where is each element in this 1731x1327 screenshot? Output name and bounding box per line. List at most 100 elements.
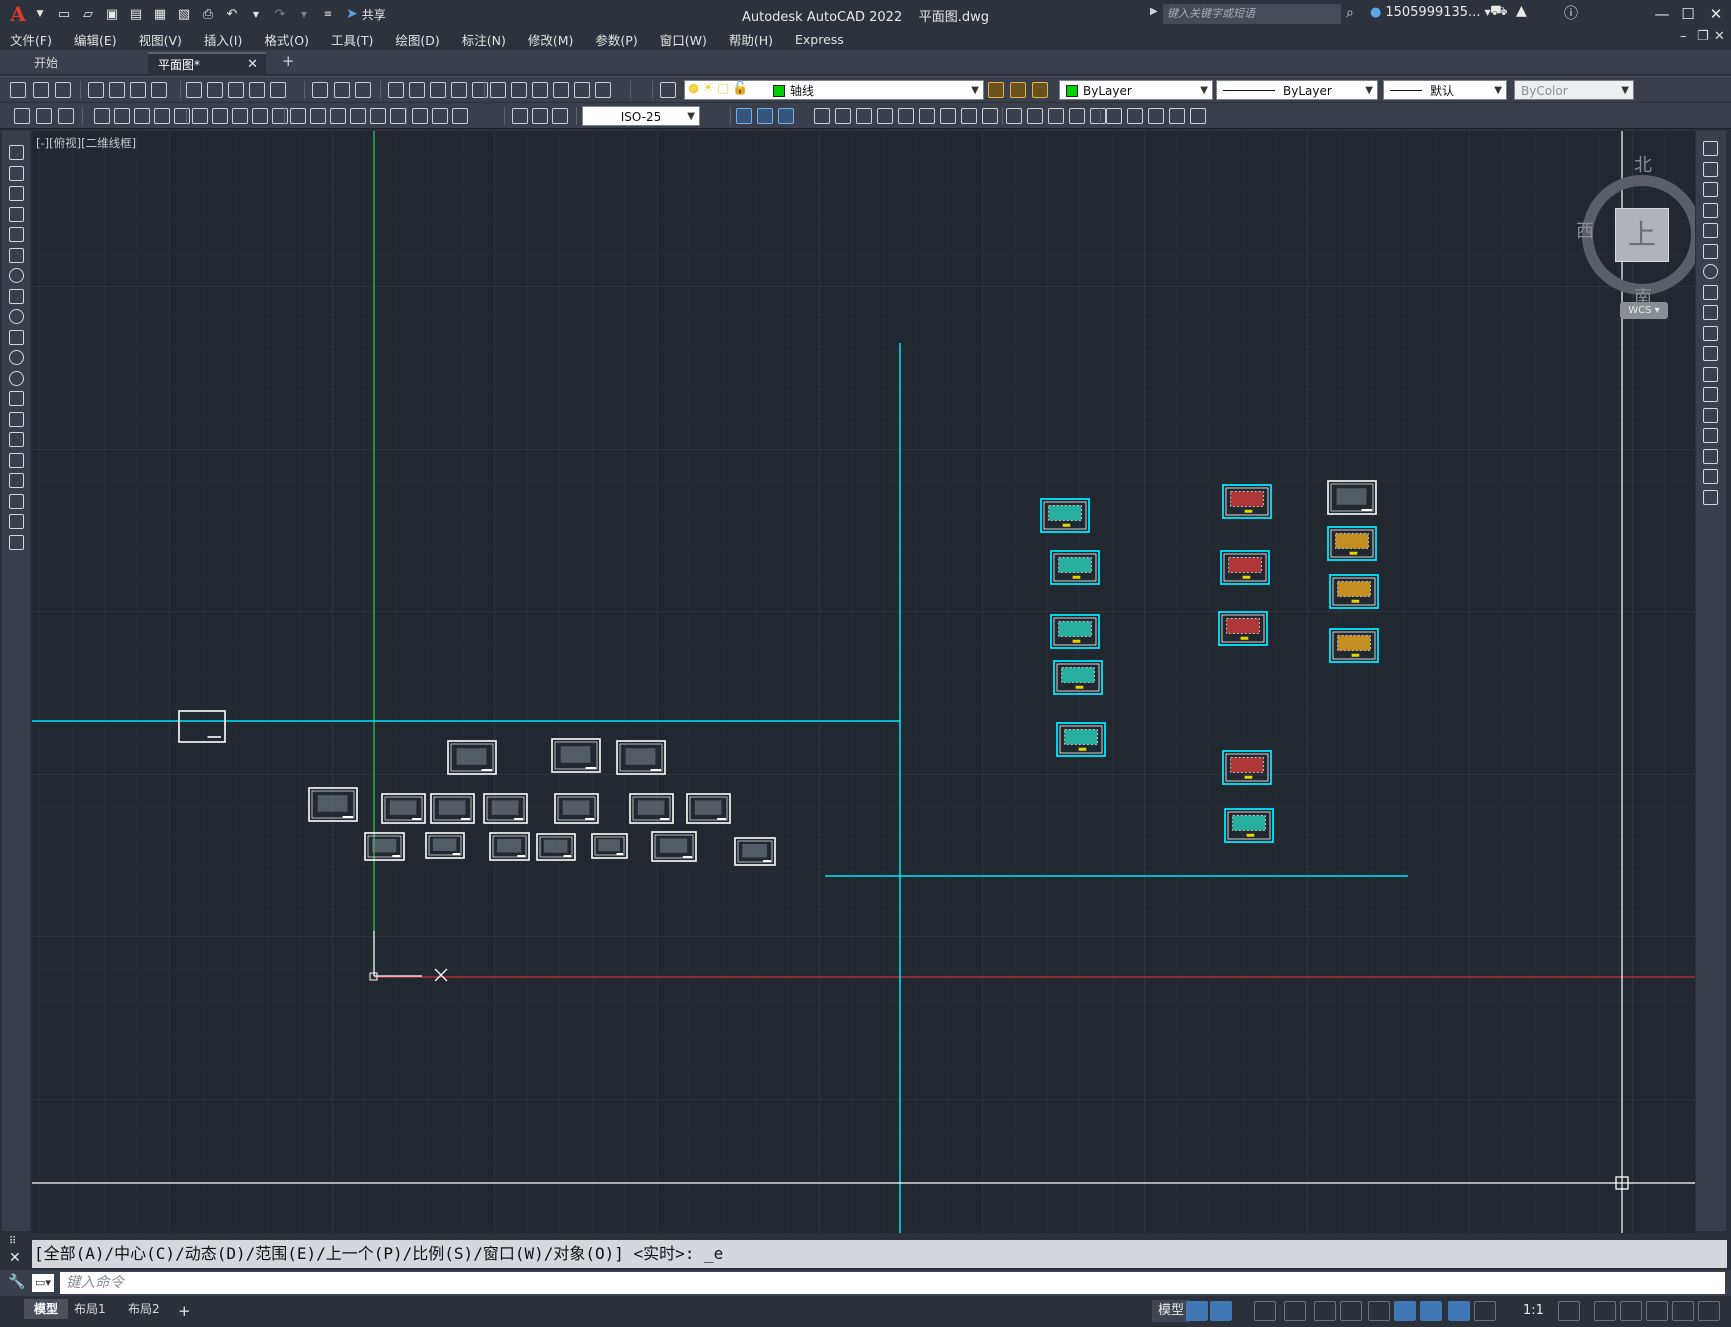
tb2-tool-icon[interactable] [961, 108, 977, 124]
redo-dropdown-icon[interactable]: ▼ [294, 4, 314, 24]
close-button[interactable]: ✕ [1701, 2, 1731, 26]
vbar-right-tool-icon[interactable] [1703, 305, 1718, 320]
plotstyle-dropdown[interactable]: ByColor ▼ [1514, 80, 1634, 100]
tb1-tool-icon[interactable] [270, 82, 286, 98]
tb2-tool-icon[interactable] [778, 108, 794, 124]
tb1-tool-icon[interactable] [33, 82, 49, 98]
layout-tab-model[interactable]: 模型 [24, 1299, 69, 1319]
vbar-left-tool-icon[interactable] [9, 186, 24, 201]
status-toggle-button[interactable] [1284, 1301, 1306, 1321]
menu-item-1[interactable]: 编辑(E) [74, 30, 117, 49]
tb2-tool-icon[interactable] [174, 108, 190, 124]
menu-item-4[interactable]: 格式(O) [264, 30, 309, 49]
tb1-tool-icon[interactable] [988, 82, 1004, 98]
dimstyle-dropdown[interactable]: ISO-25 ▼ [582, 106, 700, 126]
vbar-left-tool-icon[interactable] [9, 309, 24, 324]
status-toggle-button[interactable] [1340, 1301, 1362, 1321]
menu-item-6[interactable]: 绘图(D) [395, 30, 439, 49]
vbar-right-tool-icon[interactable] [1703, 366, 1718, 382]
layout-tab-2[interactable]: 布局2 [118, 1299, 170, 1319]
doc-close-button[interactable]: ✕ [1714, 29, 1725, 44]
color-dropdown[interactable]: ByLayer ▼ [1059, 80, 1213, 100]
tb2-tool-icon[interactable] [310, 108, 326, 124]
tb2-tool-icon[interactable] [212, 108, 228, 124]
tb2-tool-icon[interactable] [757, 108, 773, 124]
new-tab-icon[interactable]: + [282, 52, 295, 70]
user-account[interactable]: ● 1505999135... ▼ [1370, 5, 1491, 20]
status-toggle-button[interactable] [1186, 1301, 1208, 1321]
vbar-left-tool-icon[interactable] [9, 165, 24, 181]
tb1-tool-icon[interactable] [151, 82, 167, 98]
status-toggle-button[interactable] [1394, 1301, 1416, 1321]
vbar-right-tool-icon[interactable] [1703, 489, 1718, 505]
tb1-tool-icon[interactable] [574, 82, 590, 98]
tb2-tool-icon[interactable] [370, 108, 386, 124]
new-file-icon[interactable]: ▭ [54, 4, 74, 24]
vbar-right-tool-icon[interactable] [1703, 264, 1718, 279]
vbar-left-tool-icon[interactable] [9, 473, 24, 488]
vbar-right-tool-icon[interactable] [1703, 182, 1718, 197]
status-toggle-button[interactable] [1254, 1301, 1276, 1321]
tb2-tool-icon[interactable] [877, 108, 893, 124]
vbar-right-tool-icon[interactable] [1703, 202, 1718, 218]
app-logo-icon[interactable]: A [6, 2, 30, 26]
tb2-tool-icon[interactable] [1006, 108, 1022, 124]
menu-item-2[interactable]: 视图(V) [139, 30, 182, 49]
doc-minimize-button[interactable]: – [1680, 29, 1687, 44]
tb1-tool-icon[interactable] [312, 82, 328, 98]
tb2-tool-icon[interactable] [350, 108, 366, 124]
wcs-menu[interactable]: WCS ▾ [1620, 302, 1668, 319]
save-icon[interactable]: ▣ [102, 4, 122, 24]
share-button[interactable]: ➤ 共享 [346, 6, 386, 23]
menu-item-11[interactable]: 帮助(H) [729, 30, 773, 49]
menu-item-9[interactable]: 参数(P) [595, 30, 637, 49]
vbar-left-tool-icon[interactable] [9, 350, 24, 365]
tb2-tool-icon[interactable] [1148, 108, 1164, 124]
tab-floorplan[interactable]: 平面图* ✕ [148, 52, 266, 74]
status-toggle-button[interactable] [1314, 1301, 1336, 1321]
tb2-tool-icon[interactable] [1127, 108, 1143, 124]
tb2-tool-icon[interactable] [1190, 108, 1206, 124]
tb1-tool-icon[interactable] [355, 82, 371, 98]
compass-east[interactable]: 东 [1694, 217, 1695, 243]
menu-item-0[interactable]: 文件(F) [10, 30, 52, 49]
plot-icon[interactable]: ⎙ [198, 4, 218, 24]
tb2-tool-icon[interactable] [1090, 108, 1106, 124]
vbar-right-tool-icon[interactable] [1703, 161, 1718, 177]
tb2-tool-icon[interactable] [1069, 108, 1085, 124]
model-space-button[interactable]: 模型 [1152, 1300, 1191, 1322]
tb1-tool-icon[interactable] [511, 82, 527, 98]
vbar-left-tool-icon[interactable] [9, 288, 24, 304]
tb2-tool-icon[interactable] [1048, 108, 1064, 124]
tb2-tool-icon[interactable] [114, 108, 130, 124]
save-as-icon[interactable]: ▤ [126, 4, 146, 24]
tb2-tool-icon[interactable] [532, 108, 548, 124]
tb1-tool-icon[interactable] [430, 82, 446, 98]
status-toggle-button[interactable] [1558, 1301, 1580, 1321]
vbar-right-tool-icon[interactable] [1703, 243, 1718, 259]
vbar-left-tool-icon[interactable] [9, 534, 24, 550]
status-toggle-button[interactable] [1698, 1301, 1720, 1321]
layout-tab-1[interactable]: 布局1 [64, 1299, 116, 1319]
tb2-tool-icon[interactable] [552, 108, 568, 124]
tb1-tool-icon[interactable] [249, 82, 265, 98]
tb1-tool-icon[interactable] [553, 82, 569, 98]
vbar-right-tool-icon[interactable] [1703, 387, 1718, 402]
tb1-tool-icon[interactable] [186, 82, 202, 98]
tb2-tool-icon[interactable] [940, 108, 956, 124]
viewcube-top-face[interactable]: 上 [1615, 208, 1669, 262]
lineweight-dropdown[interactable]: 默认 ▼ [1383, 80, 1507, 100]
viewport-controls-label[interactable]: [-][俯视][二维线框] [36, 135, 136, 151]
tb2-tool-icon[interactable] [232, 108, 248, 124]
tb1-tool-icon[interactable] [409, 82, 425, 98]
status-toggle-button[interactable] [1594, 1301, 1616, 1321]
tb2-tool-icon[interactable] [154, 108, 170, 124]
tb1-tool-icon[interactable] [490, 82, 506, 98]
tb2-tool-icon[interactable] [1169, 108, 1185, 124]
tb1-tool-icon[interactable] [660, 82, 676, 98]
tb2-tool-icon[interactable] [982, 108, 998, 124]
tb2-tool-icon[interactable] [1106, 108, 1122, 124]
vbar-left-tool-icon[interactable] [9, 514, 24, 529]
vbar-right-tool-icon[interactable] [1703, 448, 1718, 464]
undo-dropdown-icon[interactable]: ▼ [246, 4, 266, 24]
